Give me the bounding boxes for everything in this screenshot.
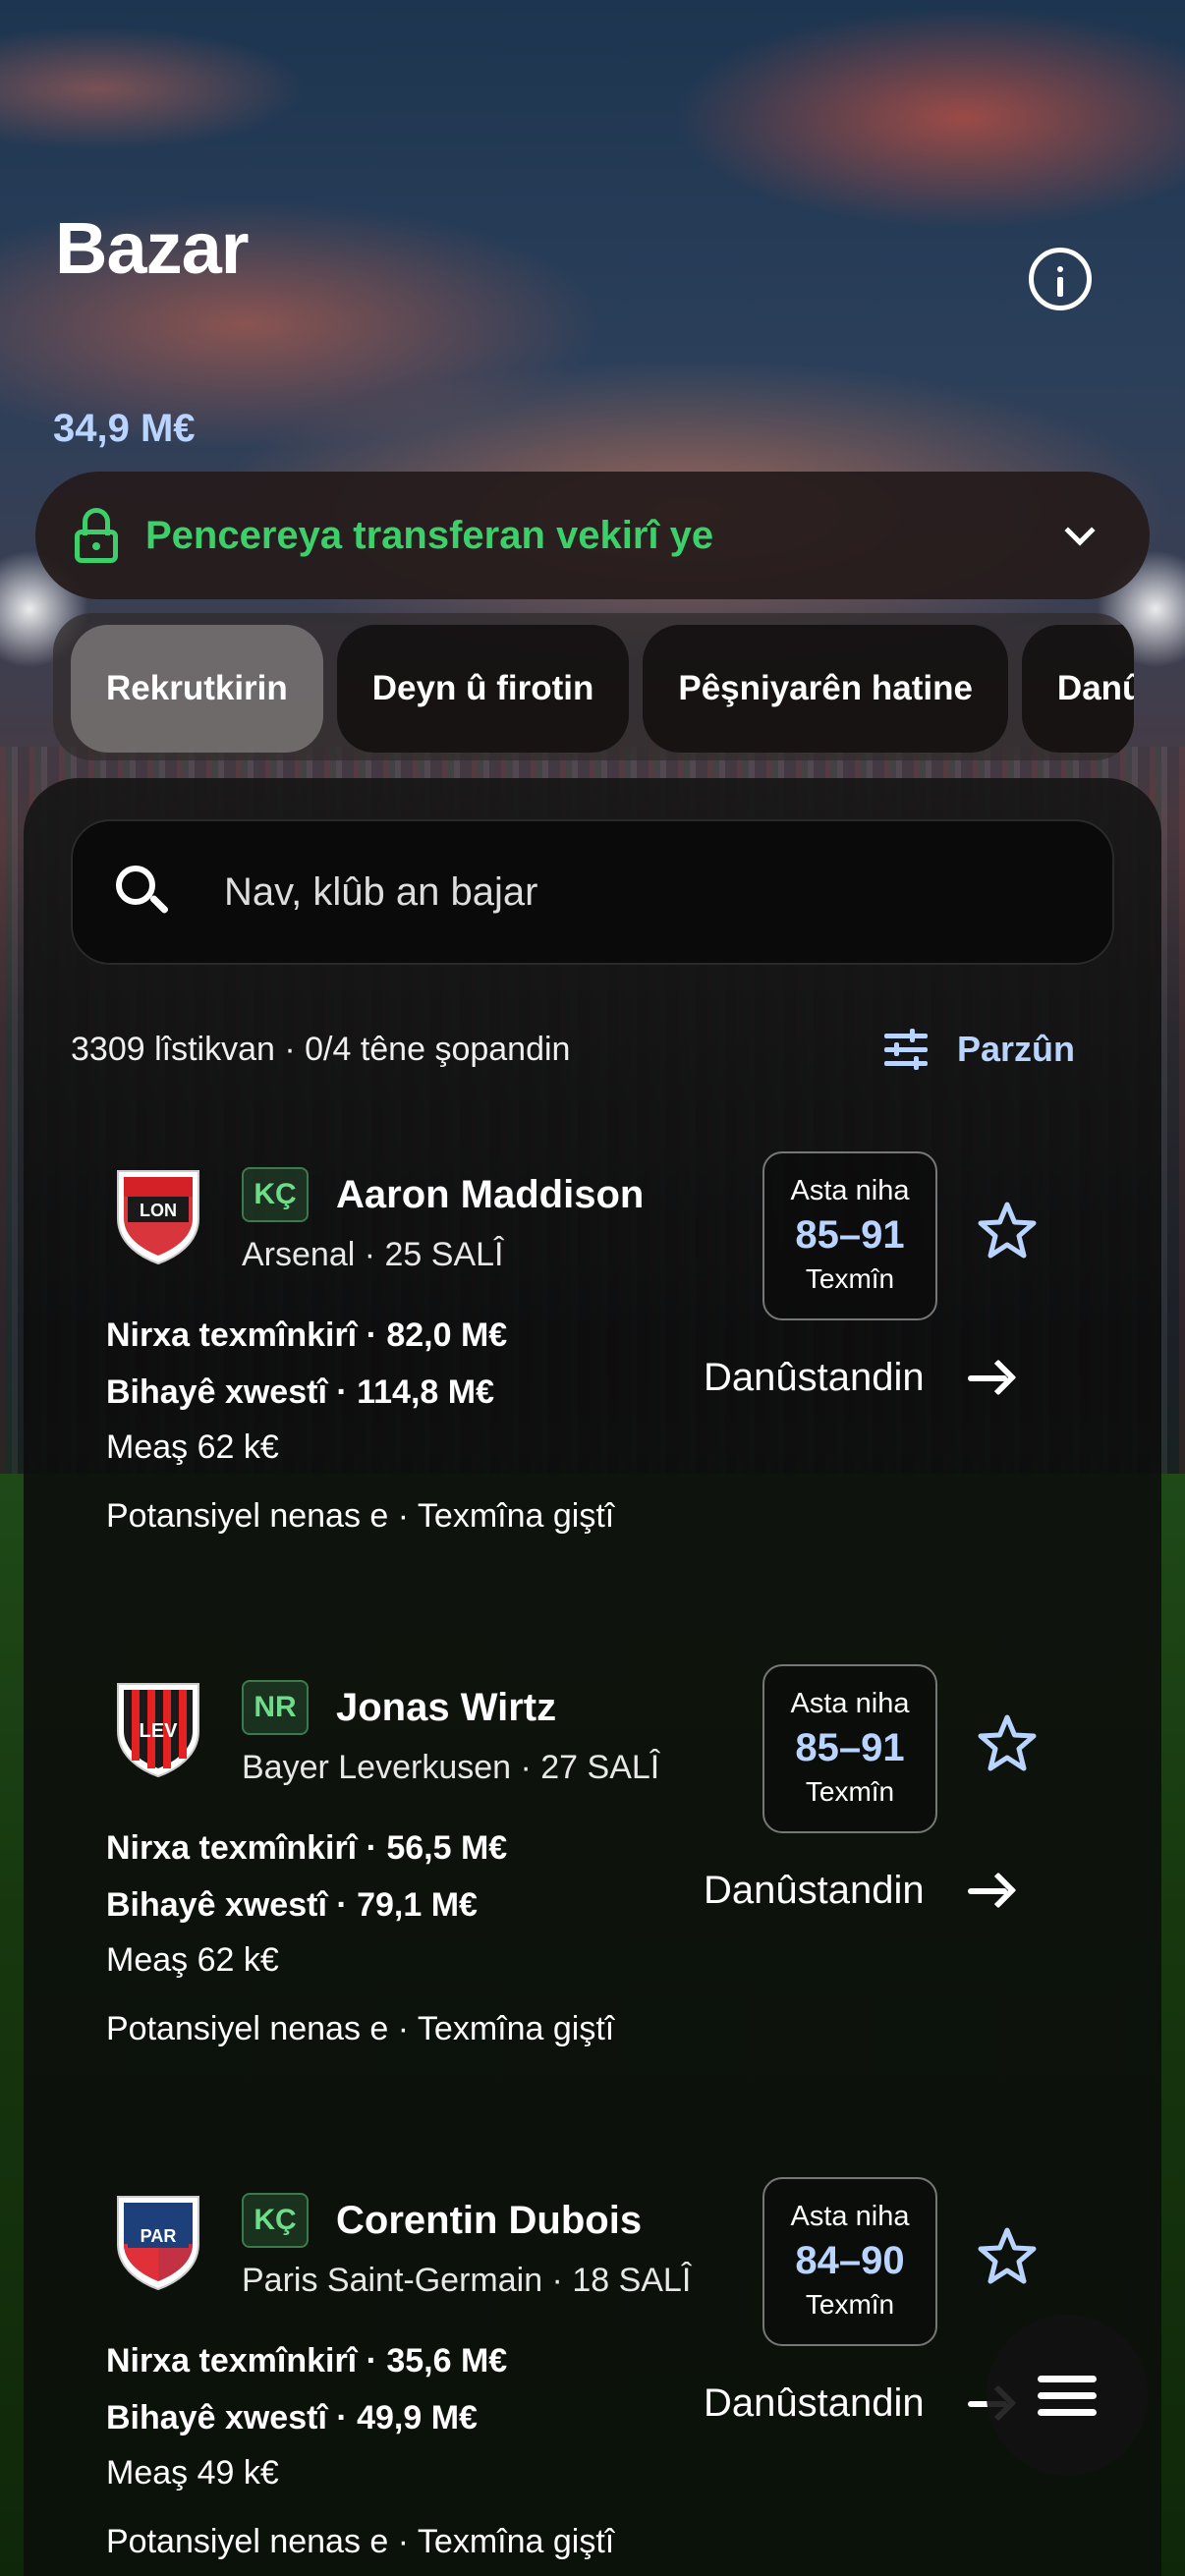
hamburger-icon-line bbox=[1038, 2391, 1097, 2399]
page-title: Bazar bbox=[55, 207, 250, 289]
arrow-right-icon bbox=[967, 1359, 1016, 1398]
player-card[interactable]: PAR KÇ Corentin Dubois Paris Saint-Germa… bbox=[24, 2156, 1161, 2576]
position-badge: NR bbox=[242, 1680, 309, 1735]
estimated-value: Nirxa texmînkirî · 35,6 M€ bbox=[106, 2342, 508, 2380]
info-icon[interactable] bbox=[1029, 248, 1092, 310]
search-box[interactable] bbox=[71, 819, 1114, 965]
rating-box: Asta niha 84–90 Texmîn bbox=[762, 2177, 937, 2346]
rating-estimate-label: Texmîn bbox=[805, 1263, 895, 1294]
wage: Meaş 62 k€ bbox=[106, 1428, 279, 1466]
rating-caption: Asta niha bbox=[790, 2201, 910, 2232]
player-name: Corentin Dubois bbox=[336, 2199, 643, 2242]
rating-value: 84–90 bbox=[795, 2239, 905, 2282]
estimated-value: Nirxa texmînkirî · 82,0 M€ bbox=[106, 1316, 508, 1354]
tab-loan-sell[interactable]: Deyn û firotin bbox=[336, 625, 630, 753]
tab-incoming-offers[interactable]: Pêşniyarên hatine bbox=[643, 625, 1008, 753]
list-summary: 3309 lîstikvan · 0/4 têne şopandin bbox=[71, 1030, 571, 1068]
negotiate-label: Danûstandin bbox=[704, 1356, 925, 1399]
crest-label: LEV bbox=[140, 1720, 179, 1742]
position-badge: KÇ bbox=[242, 1167, 309, 1222]
rating-caption: Asta niha bbox=[790, 1688, 910, 1719]
crest-label: PAR bbox=[141, 2226, 177, 2246]
rating-value: 85–91 bbox=[795, 1213, 905, 1257]
rating-estimate-label: Texmîn bbox=[805, 1776, 895, 1807]
position-badge: KÇ bbox=[242, 2193, 309, 2248]
negotiate-label: Danûstandin bbox=[704, 1869, 925, 1912]
rating-box: Asta niha 85–91 Texmîn bbox=[762, 1151, 937, 1320]
tab-negotiations[interactable]: Danûstandin bbox=[1021, 625, 1134, 753]
hamburger-icon-line bbox=[1038, 2375, 1097, 2382]
filter-button[interactable]: Parzûn bbox=[883, 1029, 1075, 1070]
arrow-right-icon bbox=[967, 1872, 1016, 1911]
crest-label: LON bbox=[140, 1201, 177, 1220]
club-crest: LEV bbox=[114, 1680, 202, 1778]
negotiate-button[interactable]: Danûstandin bbox=[704, 2381, 1016, 2426]
asking-price: Bihayê xwestî · 114,8 M€ bbox=[106, 1373, 494, 1411]
potential: Potansiyel nenas e · Texmîna giştî bbox=[106, 2010, 615, 2047]
negotiate-label: Danûstandin bbox=[704, 2381, 925, 2425]
club-crest: PAR bbox=[114, 2193, 202, 2291]
search-icon bbox=[116, 866, 170, 919]
transfer-window-dropdown[interactable]: Pencereya transferan vekirî ye bbox=[35, 472, 1150, 599]
sliders-icon bbox=[883, 1029, 928, 1070]
hamburger-icon-line bbox=[1038, 2408, 1097, 2416]
negotiate-button[interactable]: Danûstandin bbox=[704, 1869, 1016, 1913]
rating-value: 85–91 bbox=[795, 1726, 905, 1769]
rating-box: Asta niha 85–91 Texmîn bbox=[762, 1664, 937, 1833]
rating-estimate-label: Texmîn bbox=[805, 2289, 895, 2320]
rating-caption: Asta niha bbox=[790, 1175, 910, 1206]
estimated-value: Nirxa texmînkirî · 56,5 M€ bbox=[106, 1829, 508, 1867]
budget-value: 34,9 M€ bbox=[53, 407, 196, 450]
potential: Potansiyel nenas e · Texmîna giştî bbox=[106, 2523, 615, 2560]
chevron-down-icon bbox=[1064, 515, 1096, 546]
search-input[interactable] bbox=[224, 869, 1010, 915]
player-name: Jonas Wirtz bbox=[336, 1686, 557, 1729]
lock-open-icon bbox=[75, 508, 118, 563]
tab-bar: Rekrutkirin Deyn û firotin Pêşniyarên ha… bbox=[53, 613, 1134, 760]
page-header: Bazar bbox=[55, 206, 250, 290]
star-icon[interactable] bbox=[977, 1201, 1038, 1261]
asking-price: Bihayê xwestî · 49,9 M€ bbox=[106, 2399, 478, 2436]
club-age: Arsenal · 25 SALÎ bbox=[242, 1236, 504, 1273]
player-card[interactable]: LEV NR Jonas Wirtz Bayer Leverkusen · 27… bbox=[24, 1643, 1161, 2134]
star-icon[interactable] bbox=[977, 2226, 1038, 2287]
player-card[interactable]: LON KÇ Aaron Maddison Arsenal · 25 SALÎ … bbox=[24, 1130, 1161, 1621]
menu-button[interactable] bbox=[987, 2315, 1148, 2476]
wage: Meaş 49 k€ bbox=[106, 2454, 279, 2492]
negotiate-button[interactable]: Danûstandin bbox=[704, 1356, 1016, 1400]
player-list-panel: 3309 lîstikvan · 0/4 têne şopandin Parzû… bbox=[24, 778, 1161, 2576]
club-age: Paris Saint-Germain · 18 SALÎ bbox=[242, 2262, 692, 2299]
club-age: Bayer Leverkusen · 27 SALÎ bbox=[242, 1749, 660, 1786]
star-icon[interactable] bbox=[977, 1713, 1038, 1774]
transfer-window-label: Pencereya transferan vekirî ye bbox=[145, 513, 714, 557]
filter-label: Parzûn bbox=[956, 1029, 1075, 1069]
tab-recruit[interactable]: Rekrutkirin bbox=[71, 625, 323, 753]
player-name: Aaron Maddison bbox=[336, 1173, 645, 1216]
wage: Meaş 62 k€ bbox=[106, 1941, 279, 1979]
asking-price: Bihayê xwestî · 79,1 M€ bbox=[106, 1886, 478, 1924]
potential: Potansiyel nenas e · Texmîna giştî bbox=[106, 1497, 615, 1535]
club-crest: LON bbox=[114, 1167, 202, 1265]
list-meta-row: 3309 lîstikvan · 0/4 têne şopandin Parzû… bbox=[71, 1022, 1112, 1077]
